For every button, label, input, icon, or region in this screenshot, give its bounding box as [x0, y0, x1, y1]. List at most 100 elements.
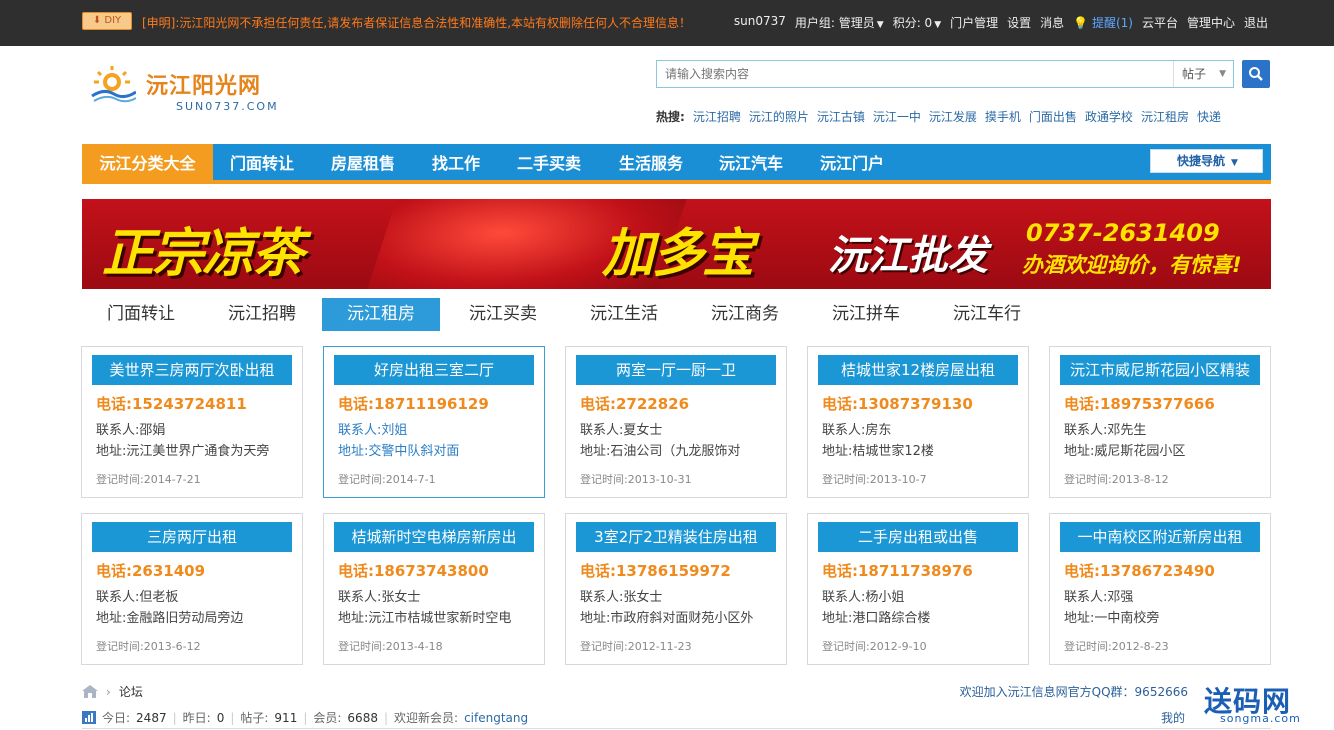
chevron-down-icon: ▼ — [1219, 69, 1226, 79]
watermark-logo: 送码网 songma.com — [1204, 685, 1301, 725]
hot-item[interactable]: 门面出售 — [1029, 108, 1077, 125]
search-input[interactable] — [657, 61, 1172, 87]
nav-item-secondhand[interactable]: 二手买卖 — [517, 144, 581, 184]
tab-shop-transfer[interactable]: 门面转让 — [82, 298, 200, 331]
forum-stats: 今日: 2487 | 昨日: 0 | 帖子: 911 | 会员: 6688 | 欢迎新会… — [82, 709, 528, 726]
card-phone: 电话:13087379130 — [822, 395, 973, 413]
card-contact: 联系人:杨小姐 — [822, 590, 905, 605]
listing-card[interactable]: 桔城世家12楼房屋出租 电话:13087379130 联系人:房东 地址:桔城世… — [807, 346, 1029, 498]
listing-card[interactable]: 美世界三房两厅次卧出租 电话:15243724811 联系人:邵娟 地址:沅江美… — [81, 346, 303, 498]
card-contact: 联系人:但老板 — [96, 590, 179, 605]
card-title[interactable]: 沅江市威尼斯花园小区精装 — [1060, 355, 1260, 385]
banner-text-slogan: 办酒欢迎询价，有惊喜! — [1022, 253, 1242, 277]
username-link[interactable]: sun0737 — [734, 14, 786, 31]
card-date: 登记时间:2012-9-10 — [822, 640, 927, 653]
card-title[interactable]: 桔城世家12楼房屋出租 — [818, 355, 1018, 385]
listing-card[interactable]: 沅江市威尼斯花园小区精装 电话:18975377666 联系人:邓先生 地址:威… — [1049, 346, 1271, 498]
remind-link[interactable]: 💡 提醒(1) — [1073, 14, 1133, 31]
settings-link[interactable]: 设置 — [1007, 14, 1031, 31]
card-phone: 电话:18673743800 — [338, 562, 489, 580]
tab-business[interactable]: 沅江商务 — [686, 298, 804, 331]
breadcrumb-current[interactable]: 论坛 — [119, 683, 143, 700]
messages-link[interactable]: 消息 — [1040, 14, 1064, 31]
listing-card[interactable]: 三房两厅出租 电话:2631409 联系人:但老板 地址:金融路旧劳动局旁边 登… — [81, 513, 303, 665]
card-phone: 电话:18711738976 — [822, 562, 973, 580]
portal-admin-link[interactable]: 门户管理 — [950, 14, 998, 31]
tab-trade[interactable]: 沅江买卖 — [444, 298, 562, 331]
card-title[interactable]: 一中南校区附近新房出租 — [1060, 522, 1260, 552]
tab-rent[interactable]: 沅江租房 — [322, 298, 440, 331]
card-title[interactable]: 3室2厅2卫精装住房出租 — [576, 522, 776, 552]
card-date: 登记时间:2014-7-21 — [96, 473, 201, 486]
bulb-icon: 💡 — [1073, 16, 1089, 30]
diy-button[interactable]: ⬇ DIY — [82, 12, 132, 30]
stat-today: 2487 — [136, 710, 167, 725]
card-contact: 联系人:刘姐 — [338, 423, 408, 438]
card-phone: 电话:2631409 — [96, 562, 206, 580]
chevron-down-icon: ▼ — [876, 20, 884, 30]
search-button[interactable] — [1242, 60, 1270, 88]
my-link[interactable]: 我的 — [1161, 709, 1185, 726]
card-address: 地址:金融路旧劳动局旁边 — [96, 611, 244, 626]
search-icon — [1249, 67, 1263, 81]
hot-item[interactable]: 政通学校 — [1085, 108, 1133, 125]
tab-carpool[interactable]: 沅江拼车 — [807, 298, 925, 331]
card-phone: 电话:15243724811 — [96, 395, 247, 413]
card-date: 登记时间:2012-8-23 — [1064, 640, 1169, 653]
usergroup-dropdown[interactable]: 用户组: 管理员 ▼ — [795, 14, 884, 31]
hot-item[interactable]: 沅江的照片 — [749, 108, 809, 125]
cloud-platform-link[interactable]: 云平台 — [1142, 14, 1178, 31]
card-title[interactable]: 好房出租三室二厅 — [334, 355, 534, 385]
listing-card[interactable]: 两室一厅一厨一卫 电话:2722826 联系人:夏女士 地址:石油公司（九龙服饰… — [565, 346, 787, 498]
banner-text-phone: 0737-2631409 — [1026, 219, 1220, 247]
ad-banner[interactable]: 正宗凉茶 加多宝 沅江批发 0737-2631409 办酒欢迎询价，有惊喜! — [82, 199, 1271, 289]
hot-item[interactable]: 沅江招聘 — [693, 108, 741, 125]
listing-card[interactable]: 二手房出租或出售 电话:18711738976 联系人:杨小姐 地址:港口路综合… — [807, 513, 1029, 665]
logout-link[interactable]: 退出 — [1244, 14, 1268, 31]
card-address: 地址:市政府斜对面财苑小区外 — [580, 611, 754, 626]
card-address: 地址:桔城世家12楼 — [822, 444, 934, 459]
quick-nav-button[interactable]: 快捷导航 ▼ — [1150, 149, 1263, 173]
hot-item[interactable]: 沅江租房 — [1141, 108, 1189, 125]
nav-item-life[interactable]: 生活服务 — [619, 144, 683, 184]
listing-card[interactable]: 好房出租三室二厅 电话:18711196129 联系人:刘姐 地址:交警中队斜对… — [323, 346, 545, 498]
banner-text-brand: 加多宝 — [602, 224, 754, 284]
hot-item[interactable]: 摸手机 — [985, 108, 1021, 125]
home-icon[interactable] — [82, 685, 98, 698]
listing-card[interactable]: 一中南校区附近新房出租 电话:13786723490 联系人:邓强 地址:一中南… — [1049, 513, 1271, 665]
hot-item[interactable]: 沅江一中 — [873, 108, 921, 125]
hot-search-label: 热搜: — [656, 110, 685, 124]
card-title[interactable]: 三房两厅出租 — [92, 522, 292, 552]
points-dropdown[interactable]: 积分: 0 ▼ — [893, 14, 941, 31]
nav-item-categories[interactable]: 沅江分类大全 — [82, 144, 213, 184]
nav-item-housing[interactable]: 房屋租售 — [331, 144, 395, 184]
card-address: 地址:沅江市桔城世家新时空电 — [338, 611, 512, 626]
hot-item[interactable]: 快递 — [1197, 108, 1221, 125]
card-title[interactable]: 二手房出租或出售 — [818, 522, 1018, 552]
nav-item-jobs[interactable]: 找工作 — [432, 144, 480, 184]
listing-card[interactable]: 桔城新时空电梯房新房出 电话:18673743800 联系人:张女士 地址:沅江… — [323, 513, 545, 665]
admin-center-link[interactable]: 管理中心 — [1187, 14, 1235, 31]
new-member-link[interactable]: cifengtang — [464, 711, 528, 725]
tab-car-dealer[interactable]: 沅江车行 — [928, 298, 1046, 331]
hot-item[interactable]: 沅江发展 — [929, 108, 977, 125]
card-title[interactable]: 美世界三房两厅次卧出租 — [92, 355, 292, 385]
user-bar: sun0737 用户组: 管理员 ▼ 积分: 0 ▼ 门户管理 设置 消息 💡 提醒… — [734, 14, 1268, 31]
hot-item[interactable]: 沅江古镇 — [817, 108, 865, 125]
tab-life[interactable]: 沅江生活 — [565, 298, 683, 331]
nav-item-cars[interactable]: 沅江汽车 — [719, 144, 783, 184]
search-type-select[interactable]: 帖子 ▼ — [1173, 61, 1234, 87]
nav-item-shop-transfer[interactable]: 门面转让 — [230, 144, 294, 184]
card-title[interactable]: 两室一厅一厨一卫 — [576, 355, 776, 385]
nav-item-portal[interactable]: 沅江门户 — [820, 144, 884, 184]
card-date: 登记时间:2013-10-7 — [822, 473, 927, 486]
site-logo[interactable]: 沅江阳光网 SUN0737.COM — [84, 62, 284, 120]
stat-yesterday: 0 — [216, 710, 225, 725]
tab-recruit[interactable]: 沅江招聘 — [203, 298, 321, 331]
qq-group-link[interactable]: 欢迎加入沅江信息网官方QQ群：9652666 — [960, 683, 1188, 700]
card-date: 登记时间:2013-8-12 — [1064, 473, 1169, 486]
card-title[interactable]: 桔城新时空电梯房新房出 — [334, 522, 534, 552]
sun-logo-icon — [91, 66, 136, 103]
banner-text-tea: 正宗凉茶 — [102, 224, 304, 284]
listing-card[interactable]: 3室2厅2卫精装住房出租 电话:13786159972 联系人:张女士 地址:市… — [565, 513, 787, 665]
